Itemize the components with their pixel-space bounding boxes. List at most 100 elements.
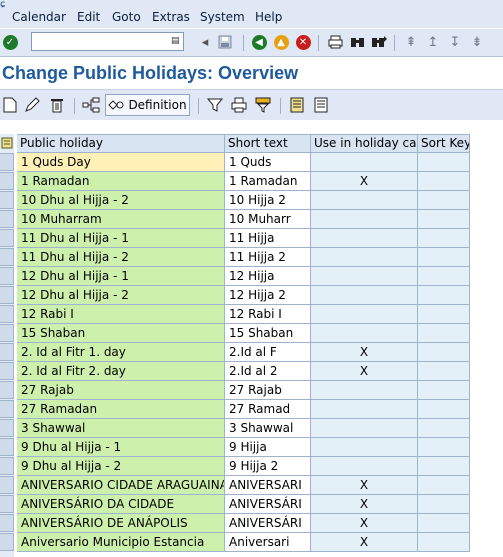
use-in-calendar-cell[interactable] (311, 419, 418, 438)
use-in-calendar-cell[interactable] (311, 324, 418, 343)
row-selector[interactable] (0, 324, 14, 342)
use-in-calendar-cell[interactable]: X (311, 533, 418, 552)
use-in-calendar-cell[interactable] (311, 438, 418, 457)
select-all-icon[interactable] (287, 95, 307, 115)
holiday-name-cell[interactable]: 2. Id al Fitr 2. day (17, 362, 225, 381)
row-selector[interactable] (0, 400, 14, 418)
holiday-name-cell[interactable]: 27 Rajab (17, 381, 225, 400)
holiday-name-cell[interactable]: 12 Rabi I (17, 305, 225, 324)
command-history-icon[interactable]: ▤ (171, 35, 181, 48)
short-text-cell[interactable]: 1 Ramadan (225, 172, 311, 191)
row-selector[interactable] (0, 267, 14, 285)
holiday-name-cell[interactable]: Aniversario Municipio Estancia (17, 533, 225, 552)
row-selector[interactable] (0, 229, 14, 247)
sort-key-cell[interactable] (418, 248, 470, 267)
row-selector[interactable] (0, 381, 14, 399)
row-selector[interactable] (0, 343, 14, 361)
column-header-public-holiday[interactable]: Public holiday (17, 134, 225, 153)
menu-goto[interactable]: Goto (112, 10, 141, 24)
row-selector[interactable] (0, 438, 14, 456)
next-page-icon[interactable]: ↧ (446, 33, 464, 51)
collapse-icon[interactable]: ◂ (196, 33, 214, 51)
holiday-name-cell[interactable]: 11 Dhu al Hijja - 2 (17, 248, 225, 267)
first-page-icon[interactable]: ⇞ (402, 33, 420, 51)
use-in-calendar-cell[interactable] (311, 229, 418, 248)
find-icon[interactable] (348, 33, 366, 51)
column-header-use-in-holiday-cal[interactable]: Use in holiday cal. (311, 134, 418, 153)
short-text-cell[interactable]: 2.Id al 2 (225, 362, 311, 381)
holiday-name-cell[interactable]: 15 Shaban (17, 324, 225, 343)
sort-key-cell[interactable] (418, 324, 470, 343)
sort-key-cell[interactable] (418, 362, 470, 381)
short-text-cell[interactable]: 10 Muharr (225, 210, 311, 229)
use-in-calendar-cell[interactable] (311, 248, 418, 267)
sort-key-cell[interactable] (418, 400, 470, 419)
use-in-calendar-cell[interactable]: X (311, 343, 418, 362)
row-selector[interactable] (0, 514, 14, 532)
holiday-name-cell[interactable]: ANIVERSÁRIO DE ANÁPOLIS (17, 514, 225, 533)
use-in-calendar-cell[interactable]: X (311, 495, 418, 514)
row-selector[interactable] (0, 419, 14, 437)
short-text-cell[interactable]: ANIVERSÁRI (225, 514, 311, 533)
use-in-calendar-cell[interactable] (311, 267, 418, 286)
holiday-name-cell[interactable]: 1 Quds Day (17, 153, 225, 172)
change-icon[interactable] (22, 95, 42, 115)
sort-key-cell[interactable] (418, 514, 470, 533)
menu-help[interactable]: Help (255, 10, 282, 24)
short-text-cell[interactable]: 2.Id al F (225, 343, 311, 362)
row-selector[interactable] (0, 457, 14, 475)
holiday-name-cell[interactable]: 10 Dhu al Hijja - 2 (17, 191, 225, 210)
menu-extras[interactable]: Extras (152, 10, 190, 24)
holiday-name-cell[interactable]: 1 Ramadan (17, 172, 225, 191)
sort-key-cell[interactable] (418, 286, 470, 305)
short-text-cell[interactable]: Aniversari (225, 533, 311, 552)
short-text-cell[interactable]: 11 Hijja 2 (225, 248, 311, 267)
menu-system[interactable]: System (200, 10, 245, 24)
short-text-cell[interactable]: 3 Shawwal (225, 419, 311, 438)
row-selector[interactable] (0, 210, 14, 228)
print-icon[interactable] (326, 33, 344, 51)
short-text-cell[interactable]: 1 Quds (225, 153, 311, 172)
sort-key-cell[interactable] (418, 267, 470, 286)
holiday-name-cell[interactable]: 12 Dhu al Hijja - 2 (17, 286, 225, 305)
row-selector[interactable] (0, 533, 14, 551)
delete-icon[interactable] (47, 95, 67, 115)
table-settings-icon[interactable] (0, 134, 14, 152)
sort-key-cell[interactable] (418, 305, 470, 324)
menu-calendar[interactable]: Calendar (12, 10, 66, 24)
row-selector[interactable] (0, 172, 14, 190)
short-text-cell[interactable]: 27 Rajab (225, 381, 311, 400)
save-icon[interactable] (216, 33, 234, 51)
holiday-name-cell[interactable]: 2. Id al Fitr 1. day (17, 343, 225, 362)
holiday-name-cell[interactable]: 9 Dhu al Hijja - 2 (17, 457, 225, 476)
row-selector[interactable] (0, 495, 14, 513)
use-in-calendar-cell[interactable] (311, 400, 418, 419)
use-in-calendar-cell[interactable] (311, 305, 418, 324)
row-selector[interactable] (0, 362, 14, 380)
sort-key-cell[interactable] (418, 457, 470, 476)
sort-key-cell[interactable] (418, 495, 470, 514)
holiday-name-cell[interactable]: ANIVERSARIO CIDADE ARAGUAINA (17, 476, 225, 495)
sort-key-cell[interactable] (418, 533, 470, 552)
row-selector[interactable] (0, 153, 14, 171)
use-in-calendar-cell[interactable] (311, 210, 418, 229)
row-selector[interactable] (0, 305, 14, 323)
use-in-calendar-cell[interactable] (311, 457, 418, 476)
holiday-name-cell[interactable]: 3 Shawwal (17, 419, 225, 438)
sort-key-cell[interactable] (418, 191, 470, 210)
use-in-calendar-cell[interactable] (311, 286, 418, 305)
short-text-cell[interactable]: 10 Hijja 2 (225, 191, 311, 210)
use-in-calendar-cell[interactable]: X (311, 362, 418, 381)
deselect-all-icon[interactable] (311, 95, 331, 115)
column-header-sort-key[interactable]: Sort Key (418, 134, 470, 153)
holiday-name-cell[interactable]: 10 Muharram (17, 210, 225, 229)
sort-key-cell[interactable] (418, 438, 470, 457)
use-in-calendar-cell[interactable]: X (311, 514, 418, 533)
holiday-name-cell[interactable]: ANIVERSÁRIO DA CIDADE (17, 495, 225, 514)
short-text-cell[interactable]: 27 Ramad (225, 400, 311, 419)
holiday-name-cell[interactable]: 12 Dhu al Hijja - 1 (17, 267, 225, 286)
find-next-icon[interactable] (370, 33, 388, 51)
hierarchy-icon[interactable] (81, 95, 101, 115)
short-text-cell[interactable]: 12 Rabi I (225, 305, 311, 324)
use-in-calendar-cell[interactable] (311, 153, 418, 172)
